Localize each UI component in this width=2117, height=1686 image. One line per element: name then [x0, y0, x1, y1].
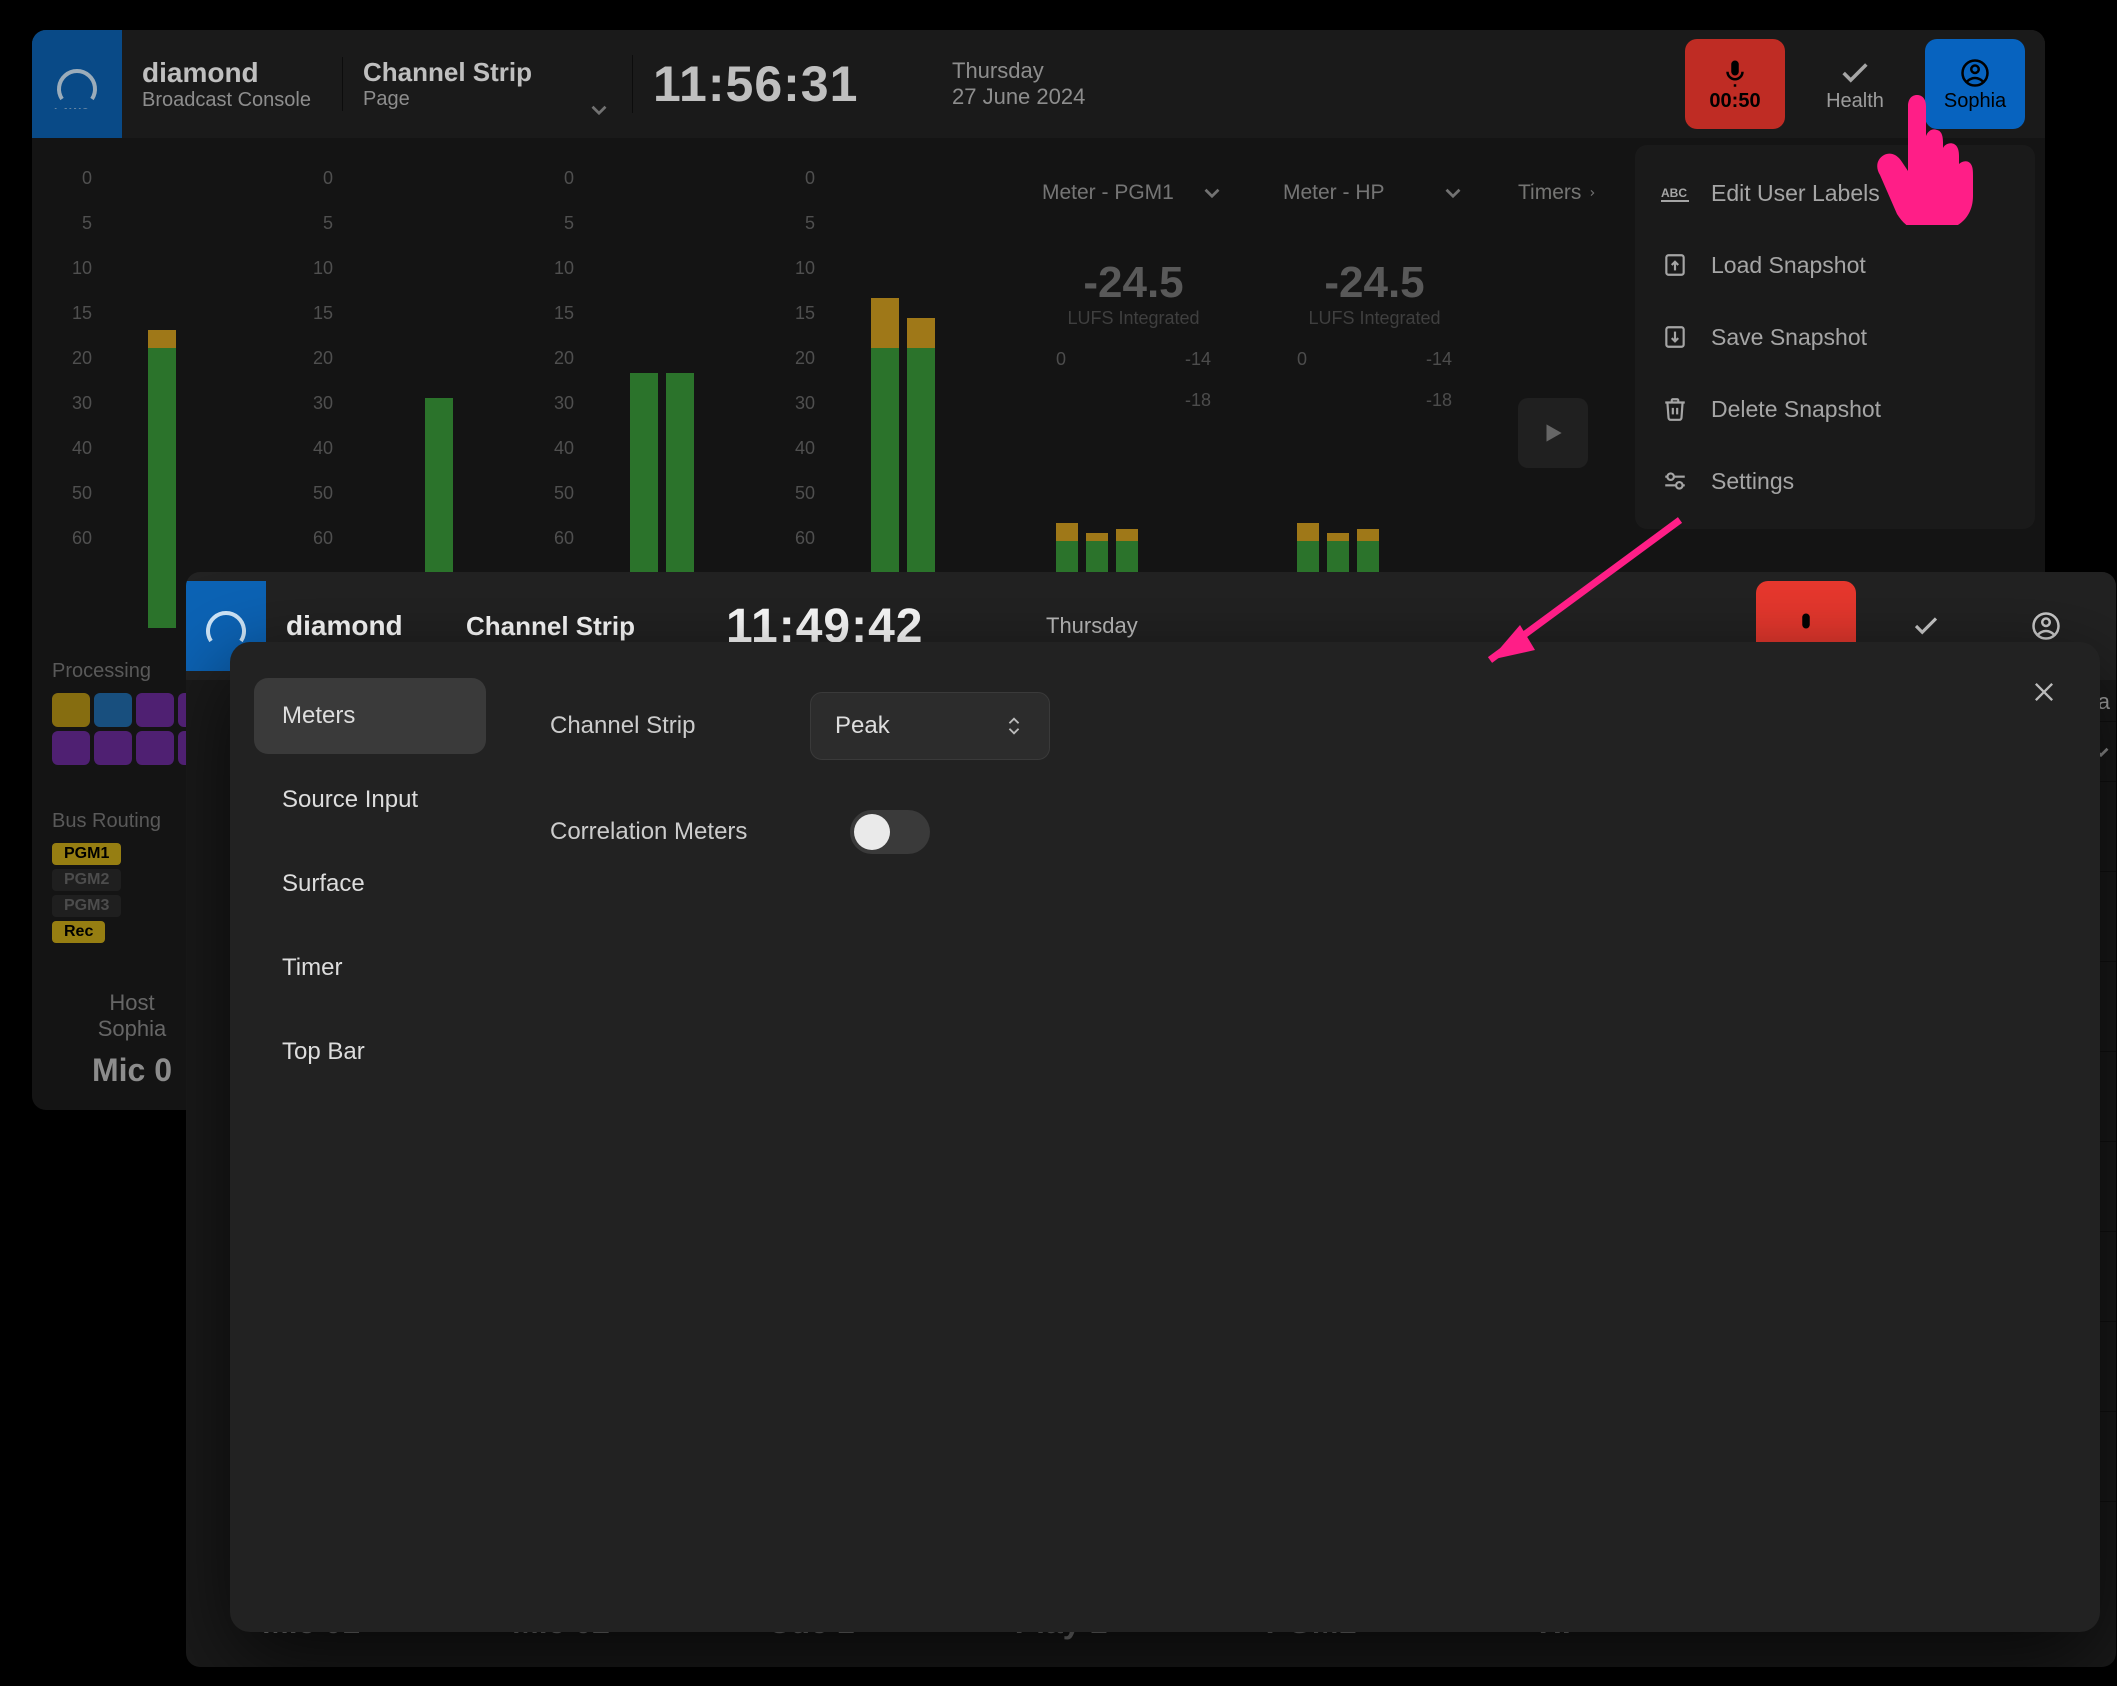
updown-icon — [1003, 711, 1025, 741]
lufs-subtitle: LUFS Integrated — [1026, 308, 1241, 329]
settings-tab-source-input[interactable]: Source Input — [254, 762, 486, 838]
bus-chip[interactable]: PGM3 — [52, 895, 121, 917]
bus-chip[interactable]: PGM1 — [52, 843, 121, 865]
clock-time: 11:56:31 — [653, 55, 932, 113]
app-name: diamond — [142, 57, 342, 89]
processing-chip[interactable] — [94, 731, 132, 765]
setting-channel-strip: Channel Strip Peak — [550, 692, 2060, 760]
download-icon — [1661, 323, 1689, 351]
lufs-header[interactable]: Meter - PGM1 — [1026, 168, 1241, 218]
topright-buttons: 00:50 Health Sophia — [1685, 39, 2045, 129]
menu-delete-snapshot[interactable]: Delete Snapshot — [1647, 373, 2023, 445]
setting-label: Correlation Meters — [550, 818, 810, 846]
timer-play-button[interactable] — [1518, 398, 1588, 468]
chevron-right-icon — [1587, 180, 1598, 206]
trash-icon — [1661, 395, 1689, 423]
select-value: Peak — [835, 712, 890, 740]
sliders-icon — [1661, 467, 1689, 495]
processing-chip[interactable] — [136, 731, 174, 765]
front-window: diamond Channel Strip 11:49:42 Thursday … — [186, 572, 2116, 1667]
channel-meter-2: 0510152030405060 — [293, 158, 528, 638]
menu-settings[interactable]: Settings — [1647, 445, 2023, 517]
app-subtitle: Broadcast Console — [142, 89, 342, 112]
check-icon — [1838, 56, 1872, 90]
timers-header[interactable]: Timers — [1508, 168, 1608, 218]
user-icon — [2029, 609, 2063, 643]
record-label: 00:50 — [1709, 90, 1760, 113]
chevron-down-icon — [586, 97, 612, 123]
lufs-meter-hp: Meter - HP -24.5 LUFS Integrated 0-14 -1… — [1257, 158, 1492, 638]
page-title: Channel Strip — [466, 611, 706, 642]
lufs-value: -24.5 — [1026, 258, 1241, 308]
channel-meter-1: 0 5 10 15 20 30 40 50 60 — [52, 158, 287, 638]
meter-bars — [148, 188, 212, 628]
check-icon — [1909, 609, 1943, 643]
setting-correlation-meters: Correlation Meters — [550, 810, 2060, 854]
annotation-hand-cursor-icon — [1872, 85, 1982, 225]
close-button[interactable] — [2024, 672, 2064, 712]
date-day: Thursday — [952, 58, 1192, 84]
app-name: diamond — [286, 610, 446, 642]
processing-chip[interactable] — [52, 731, 90, 765]
chevron-down-icon — [1440, 180, 1466, 206]
bus-chip[interactable]: PGM2 — [52, 869, 121, 891]
menu-save-snapshot[interactable]: Save Snapshot — [1647, 301, 2023, 373]
top-bar: LAWO diamond Broadcast Console Channel S… — [32, 30, 2045, 138]
lufs-header[interactable]: Meter - HP — [1267, 168, 1482, 218]
date-block: Thursday 27 June 2024 — [932, 58, 1192, 110]
record-button[interactable]: 00:50 — [1685, 39, 1785, 129]
mic-icon — [1789, 609, 1823, 643]
settings-tab-meters[interactable]: Meters — [254, 678, 486, 754]
chevron-down-icon — [1199, 180, 1225, 206]
channel-meter-4: 0510152030405060 — [775, 158, 1010, 638]
svg-text:LAWO: LAWO — [54, 106, 90, 109]
channel-meter-3: 0510152030405060 — [534, 158, 769, 638]
settings-dialog: Meters Source Input Surface Timer Top Ba… — [230, 642, 2100, 1632]
page-selector[interactable]: Channel Strip Page — [342, 57, 632, 111]
clock: 11:56:31 — [632, 55, 932, 113]
lawo-logo-icon: LAWO — [52, 59, 102, 109]
date-day: Thursday — [1046, 613, 1226, 639]
date-full: 27 June 2024 — [952, 84, 1192, 110]
channel-strip-select[interactable]: Peak — [810, 692, 1050, 760]
settings-tab-timer[interactable]: Timer — [254, 930, 486, 1006]
svg-text:ABC: ABC — [1661, 186, 1687, 200]
app-title-block: diamond Broadcast Console — [122, 57, 342, 112]
correlation-meters-toggle[interactable] — [850, 810, 930, 854]
page-title: Channel Strip — [363, 57, 632, 88]
logo-brand: LAWO — [32, 30, 122, 138]
settings-sidebar: Meters Source Input Surface Timer Top Ba… — [230, 642, 510, 1632]
annotation-arrow-icon — [1470, 510, 1690, 670]
processing-chip[interactable] — [52, 693, 90, 727]
processing-chip[interactable] — [136, 693, 174, 727]
upload-icon — [1661, 251, 1689, 279]
settings-tab-top-bar[interactable]: Top Bar — [254, 1014, 486, 1090]
lufs-meter-pgm1: Meter - PGM1 -24.5 LUFS Integrated 0-14 … — [1016, 158, 1251, 638]
abc-icon: ABC — [1661, 179, 1689, 207]
bus-chip[interactable]: Rec — [52, 921, 105, 943]
settings-content: Channel Strip Peak Correlation Meters — [510, 642, 2100, 1632]
meter-scale: 0 5 10 15 20 30 40 50 60 — [62, 168, 92, 549]
close-icon — [2030, 678, 2058, 706]
toggle-knob — [854, 814, 890, 850]
setting-label: Channel Strip — [550, 712, 770, 740]
lufs-title: Meter - HP — [1283, 181, 1385, 205]
mic-icon — [1718, 56, 1752, 90]
lufs-title: Meter - PGM1 — [1042, 181, 1174, 205]
settings-tab-surface[interactable]: Surface — [254, 846, 486, 922]
menu-load-snapshot[interactable]: Load Snapshot — [1647, 229, 2023, 301]
processing-chip[interactable] — [94, 693, 132, 727]
